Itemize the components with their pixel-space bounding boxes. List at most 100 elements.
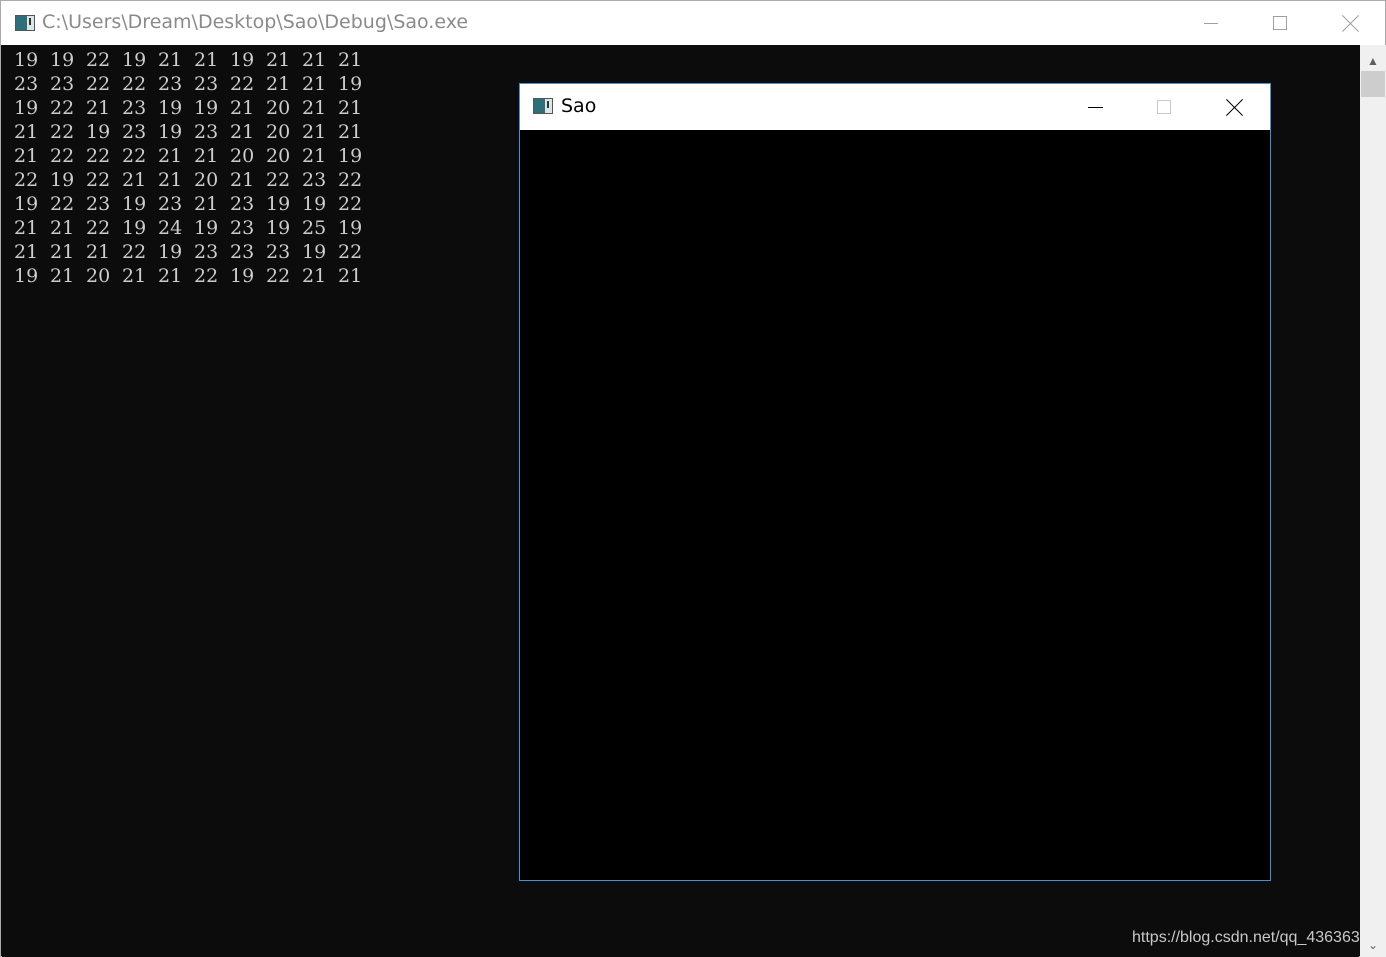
console-number: 21 (338, 49, 363, 71)
scroll-up-arrow-icon[interactable]: ▲ (1360, 49, 1386, 73)
console-number: 23 (122, 97, 147, 119)
console-number: 19 (338, 145, 363, 167)
console-number: 21 (50, 217, 75, 239)
console-number: 19 (302, 241, 327, 263)
console-number: 22 (338, 169, 363, 191)
console-number: 21 (230, 97, 255, 119)
console-number: 21 (338, 97, 363, 119)
console-number: 21 (302, 97, 327, 119)
console-number: 21 (14, 121, 39, 143)
console-number: 21 (86, 97, 111, 119)
console-number: 21 (338, 121, 363, 143)
console-output-row: 21 22 22 22 21 21 20 20 21 19 (14, 144, 374, 168)
console-number: 21 (230, 169, 255, 191)
console-number: 19 (122, 217, 147, 239)
console-number: 22 (86, 169, 111, 191)
console-number: 21 (302, 121, 327, 143)
console-number: 21 (122, 169, 147, 191)
console-number: 21 (266, 73, 291, 95)
console-number: 22 (122, 145, 147, 167)
sao-window-title: Sao (561, 95, 597, 117)
minimize-icon (1087, 106, 1103, 108)
console-number: 20 (86, 265, 111, 287)
console-number: 19 (158, 241, 183, 263)
console-output-row: 22 19 22 21 21 20 21 22 23 22 (14, 168, 374, 192)
console-number: 19 (230, 265, 255, 287)
console-number: 22 (50, 97, 75, 119)
sao-render-canvas[interactable] (520, 130, 1270, 880)
close-button[interactable] (1328, 1, 1374, 45)
console-number: 23 (230, 193, 255, 215)
console-number: 22 (50, 145, 75, 167)
console-number: 19 (14, 265, 39, 287)
console-number: 20 (194, 169, 219, 191)
console-number-grid: 19 19 22 19 21 21 19 21 21 21 23 23 22 22 23 23 22 21 21 19… (14, 48, 374, 288)
console-number: 22 (122, 241, 147, 263)
console-number: 19 (338, 217, 363, 239)
console-number: 19 (194, 217, 219, 239)
console-number: 19 (14, 49, 39, 71)
console-number: 21 (302, 49, 327, 71)
console-number: 23 (230, 217, 255, 239)
console-number: 20 (230, 145, 255, 167)
close-icon (1342, 14, 1360, 32)
sao-maximize-button[interactable] (1141, 84, 1187, 130)
console-number: 24 (158, 217, 183, 239)
console-number: 21 (302, 73, 327, 95)
console-number: 23 (14, 73, 39, 95)
console-titlebar[interactable]: C:\Users\Dream\Desktop\Sao\Debug\Sao.exe (1, 1, 1385, 45)
console-number: 23 (230, 241, 255, 263)
console-app-icon (15, 15, 35, 31)
console-number: 22 (86, 145, 111, 167)
scroll-thumb[interactable] (1361, 71, 1385, 97)
console-title: C:\Users\Dream\Desktop\Sao\Debug\Sao.exe (42, 11, 469, 33)
console-number: 19 (158, 97, 183, 119)
console-number: 22 (230, 73, 255, 95)
console-number: 20 (266, 121, 291, 143)
console-output-row: 19 21 20 21 21 22 19 22 21 21 (14, 264, 374, 288)
console-number: 23 (302, 169, 327, 191)
console-number: 23 (266, 241, 291, 263)
console-number: 20 (266, 145, 291, 167)
console-number: 22 (338, 241, 363, 263)
console-number: 21 (158, 265, 183, 287)
console-number: 21 (194, 193, 219, 215)
console-output-row: 23 23 22 22 23 23 22 21 21 19 (14, 72, 374, 96)
sao-close-button[interactable] (1212, 84, 1258, 130)
sao-titlebar[interactable]: Sao (520, 84, 1270, 130)
maximize-button[interactable] (1257, 1, 1303, 45)
sao-app-icon (533, 98, 553, 114)
console-output-row: 21 21 21 22 19 23 23 23 19 22 (14, 240, 374, 264)
console-number: 19 (50, 169, 75, 191)
console-number: 21 (194, 49, 219, 71)
console-number: 19 (338, 73, 363, 95)
console-output-row: 19 19 22 19 21 21 19 21 21 21 (14, 48, 374, 72)
console-number: 22 (86, 49, 111, 71)
sao-minimize-button[interactable] (1072, 84, 1118, 130)
console-number: 19 (122, 193, 147, 215)
console-number: 20 (266, 97, 291, 119)
console-number: 21 (50, 265, 75, 287)
console-output-row: 21 21 22 19 24 19 23 19 25 19 (14, 216, 374, 240)
console-number: 22 (14, 169, 39, 191)
console-number: 21 (338, 265, 363, 287)
console-number: 21 (158, 49, 183, 71)
scroll-down-arrow-icon[interactable]: ⌄ (1360, 933, 1386, 957)
console-number: 19 (158, 121, 183, 143)
minimize-button[interactable] (1188, 1, 1234, 45)
vertical-scrollbar[interactable]: ▲ ⌄ (1360, 45, 1386, 957)
console-number: 19 (50, 49, 75, 71)
console-number: 21 (50, 241, 75, 263)
console-number: 23 (158, 193, 183, 215)
console-output-row: 19 22 23 19 23 21 23 19 19 22 (14, 192, 374, 216)
console-output-row: 19 22 21 23 19 19 21 20 21 21 (14, 96, 374, 120)
console-number: 21 (14, 145, 39, 167)
console-number: 19 (122, 49, 147, 71)
console-number: 19 (14, 97, 39, 119)
console-number: 22 (266, 265, 291, 287)
console-number: 21 (14, 241, 39, 263)
close-icon (1226, 98, 1244, 116)
console-number: 22 (122, 73, 147, 95)
console-number: 21 (230, 121, 255, 143)
console-number: 23 (158, 73, 183, 95)
